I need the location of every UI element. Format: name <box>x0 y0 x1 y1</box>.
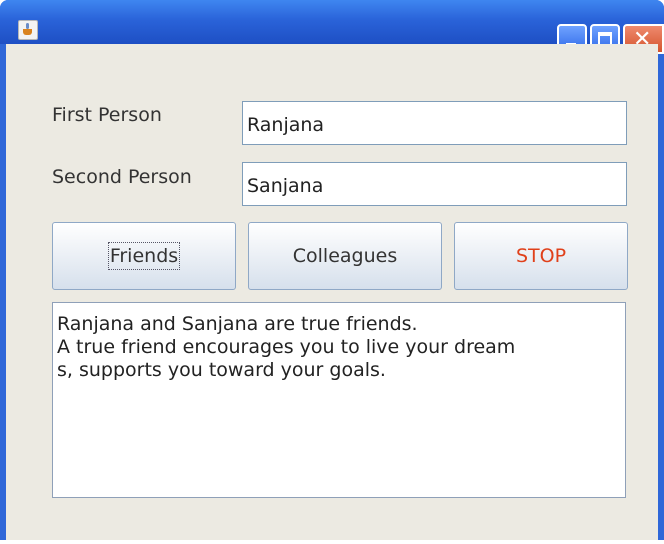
second-person-input[interactable]: Sanjana <box>242 162 627 206</box>
friends-button[interactable]: Friends <box>52 222 236 290</box>
title-bar[interactable]: ✕ <box>0 0 664 54</box>
message-line: Ranjana and Sanjana are true friends. <box>57 313 418 335</box>
first-person-label: First Person <box>52 104 162 126</box>
colleagues-button[interactable]: Colleagues <box>248 222 442 290</box>
stop-button-label: STOP <box>515 245 567 267</box>
app-window: ✕ First Person Ranjana Second Person San… <box>0 0 664 540</box>
friends-button-label: Friends <box>107 242 181 270</box>
java-app-icon[interactable] <box>18 20 38 40</box>
message-line: A true friend encourages you to live you… <box>57 336 516 358</box>
second-person-label: Second Person <box>52 166 192 188</box>
stop-button[interactable]: STOP <box>454 222 628 290</box>
first-person-input[interactable]: Ranjana <box>242 101 627 145</box>
java-cup-shape <box>23 29 32 35</box>
message-line: s, supports you toward your goals. <box>57 359 386 381</box>
message-textarea[interactable]: Ranjana and Sanjana are true friends. A … <box>52 302 626 498</box>
colleagues-button-label: Colleagues <box>292 245 398 267</box>
